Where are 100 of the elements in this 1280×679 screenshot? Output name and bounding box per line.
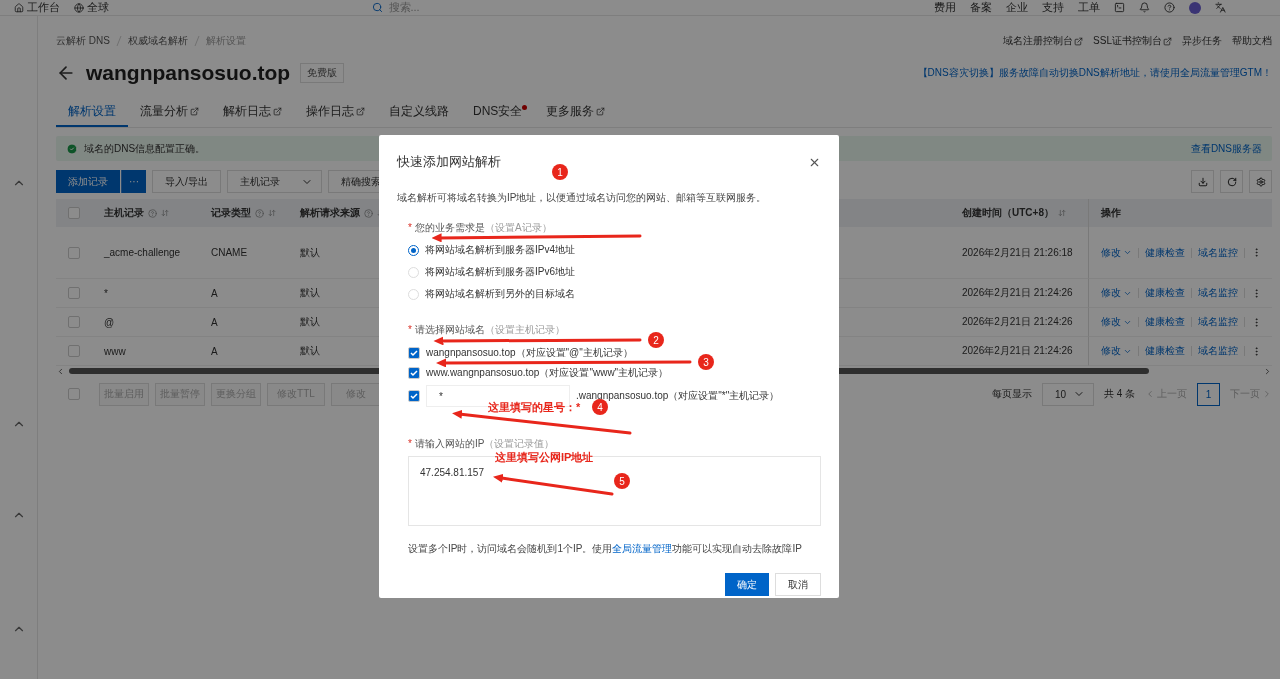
alert-message: 域名的DNS信息配置正确。 xyxy=(84,141,206,156)
header-link[interactable]: 帮助文档 xyxy=(1232,34,1272,48)
total-count: 共 4 条 xyxy=(1103,387,1135,401)
row-checkbox[interactable] xyxy=(68,345,80,357)
radio-option[interactable]: 将网站域名解析到服务器IPv6地址 xyxy=(408,265,575,279)
caret-icon xyxy=(1123,248,1132,257)
field-select[interactable]: 主机记录 xyxy=(226,170,322,193)
column-header[interactable]: 记录类型 xyxy=(199,199,288,227)
external-link-icon xyxy=(190,107,199,116)
top-nav-link[interactable]: 企业 xyxy=(1006,0,1028,15)
select-all-checkbox[interactable] xyxy=(68,207,80,219)
help-icon[interactable] xyxy=(1164,2,1175,13)
external-link-icon xyxy=(1163,36,1172,46)
table-cell: 默认 xyxy=(300,344,320,358)
tab[interactable]: 解析日志 xyxy=(211,98,294,127)
breadcrumb-separator xyxy=(193,36,200,46)
domain-checkbox[interactable] xyxy=(408,390,420,402)
sort-icon[interactable] xyxy=(268,209,276,217)
row-action-link[interactable]: 域名监控 xyxy=(1198,344,1238,358)
row-action-link[interactable]: 域名监控 xyxy=(1198,286,1238,300)
row-action-link[interactable]: 修改 xyxy=(1101,315,1132,329)
checkbox-label: wangnpansosuo.top（对应设置"@"主机记录） xyxy=(426,346,633,360)
external-link-icon xyxy=(273,107,282,116)
chevron-right-icon xyxy=(1262,389,1272,399)
checkbox-label: www.wangnpansosuo.top（对应设置"www"主机记录） xyxy=(426,366,669,380)
radio-option[interactable]: 将网站域名解析到另外的目标域名 xyxy=(408,287,575,301)
confirm-button[interactable]: 确定 xyxy=(725,573,769,596)
cancel-button[interactable]: 取消 xyxy=(775,573,821,596)
tab[interactable]: 自定义线路 xyxy=(377,98,461,127)
domain-title: wangnpansosuo.top xyxy=(86,61,291,85)
sort-icon[interactable] xyxy=(1057,209,1066,217)
dialog-note: 设置多个IP时，访问域名会随机到1个IP。使用全局流量管理功能可以实现自动去除故障IP xyxy=(408,542,803,556)
table-cell: A xyxy=(211,345,218,357)
dns-server-link[interactable]: 查看DNS服务器 xyxy=(1190,141,1262,156)
row-action-link[interactable]: 修改 xyxy=(1101,344,1132,358)
refresh-button[interactable] xyxy=(1220,170,1243,193)
row-checkbox[interactable] xyxy=(68,246,80,259)
region-link[interactable]: 全球 xyxy=(74,0,109,15)
row-action-link[interactable]: 健康检查 xyxy=(1145,315,1185,329)
domain-checkbox[interactable] xyxy=(408,347,420,359)
import-export-button[interactable]: 导入/导出 xyxy=(152,170,221,193)
external-link-icon xyxy=(1074,36,1084,46)
radio-option[interactable]: 将网站域名解析到服务器IPv4地址 xyxy=(408,243,575,257)
bell-icon[interactable] xyxy=(1139,2,1150,13)
avatar-icon[interactable] xyxy=(1189,1,1201,14)
top-nav-link[interactable]: 备案 xyxy=(970,0,992,15)
gtm-link[interactable]: 全局流量管理 xyxy=(612,543,673,554)
download-icon xyxy=(1197,176,1208,187)
row-checkbox[interactable] xyxy=(68,316,80,328)
row-action-link[interactable]: 健康检查 xyxy=(1145,286,1185,300)
promo-link[interactable]: 【DNS容灾切换】服务故障自动切换DNS解析地址，请使用全局流量管理GTM！ xyxy=(917,66,1272,80)
column-header[interactable]: 主机记录 xyxy=(92,199,199,227)
language-icon[interactable] xyxy=(1215,2,1226,13)
page-button[interactable]: 1 xyxy=(1197,382,1220,406)
more-button[interactable]: ··· xyxy=(121,170,146,193)
top-nav-link[interactable]: 工单 xyxy=(1078,0,1100,15)
table-cell: @ xyxy=(104,316,115,328)
row-action-link[interactable]: 域名监控 xyxy=(1198,245,1238,260)
scroll-left-icon[interactable] xyxy=(56,366,65,376)
row-checkbox[interactable] xyxy=(68,287,80,299)
settings-icon xyxy=(1255,176,1266,187)
tab[interactable]: DNS安全 xyxy=(461,98,535,127)
select-all-checkbox[interactable] xyxy=(68,388,80,400)
add-record-button[interactable]: 添加记录 xyxy=(56,170,120,193)
search-icon xyxy=(371,2,383,13)
table-cell: A xyxy=(211,287,218,299)
scroll-right-icon[interactable] xyxy=(1263,366,1272,376)
row-action-link[interactable]: 修改 xyxy=(1101,245,1132,260)
row-action-link[interactable]: 健康检查 xyxy=(1145,245,1185,260)
header-link[interactable]: 域名注册控制台 xyxy=(1003,34,1084,48)
table-cell: CNAME xyxy=(211,247,248,258)
workbench-link[interactable]: 工作台 xyxy=(14,0,60,15)
tab[interactable]: 解析设置 xyxy=(56,98,128,127)
header-link[interactable]: SSL证书控制台 xyxy=(1093,34,1172,48)
settings-button[interactable] xyxy=(1249,170,1272,193)
row-action-link[interactable]: 域名监控 xyxy=(1198,315,1238,329)
per-page-select[interactable]: 10 xyxy=(1041,382,1094,406)
top-nav-link[interactable]: 支持 xyxy=(1042,0,1064,15)
breadcrumb-separator xyxy=(115,36,122,46)
table-cell: 2026年2月21日 21:24:26 xyxy=(962,286,1073,300)
tab[interactable]: 更多服务 xyxy=(534,98,618,127)
row-action-link[interactable]: 健康检查 xyxy=(1145,344,1185,358)
tab[interactable]: 操作日志 xyxy=(294,98,377,127)
table-cell: 2026年2月21日 21:24:26 xyxy=(962,344,1073,358)
terminal-icon[interactable] xyxy=(1114,2,1125,13)
domain-checkbox[interactable] xyxy=(408,367,420,379)
plan-badge: 免费版 xyxy=(300,63,345,83)
tab[interactable]: 流量分析 xyxy=(128,98,211,127)
breadcrumb-link[interactable]: 权威域名解析 xyxy=(127,34,188,48)
breadcrumb-link[interactable]: 云解析 DNS xyxy=(56,34,110,48)
table-cell: 2026年2月21日 21:26:18 xyxy=(962,245,1073,260)
column-header[interactable]: 创建时间（UTC+8） xyxy=(950,199,1088,227)
sort-icon[interactable] xyxy=(161,209,169,217)
download-button[interactable] xyxy=(1191,170,1214,193)
table-cell: 默认 xyxy=(300,286,320,300)
header-link[interactable]: 异步任务 xyxy=(1182,34,1222,48)
row-action-link[interactable]: 修改 xyxy=(1101,286,1132,300)
table-cell: 默认 xyxy=(300,245,320,260)
external-link-icon xyxy=(356,107,365,116)
top-nav-link[interactable]: 费用 xyxy=(934,0,956,15)
